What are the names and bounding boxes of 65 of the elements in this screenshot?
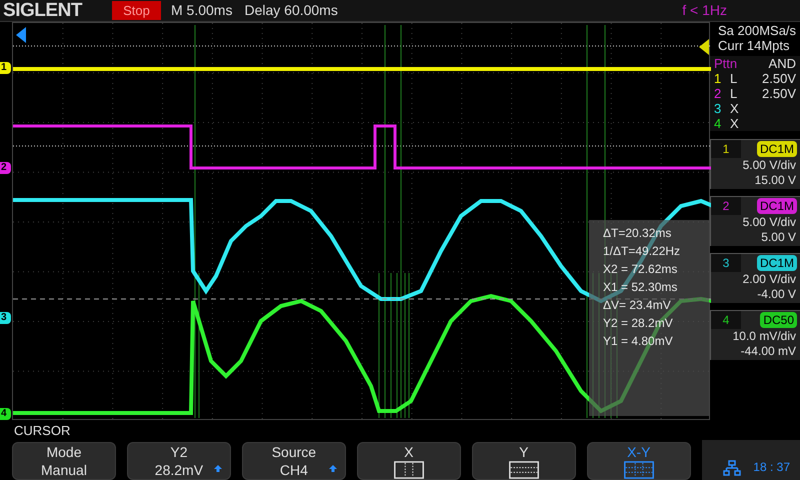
cursor-reading: X2 = 72.62ms bbox=[603, 261, 678, 278]
pattern-channel: 1 bbox=[714, 71, 722, 86]
channel-info-panel[interactable]: 2 DC1M 5.00 V/div 5.00 V bbox=[710, 196, 800, 246]
vertical-cursors-icon bbox=[392, 461, 425, 479]
coupling-badge: DC1M bbox=[756, 141, 797, 157]
pattern-title: Pttn bbox=[714, 56, 738, 71]
delay-label: Delay 60.00ms bbox=[244, 1, 338, 20]
trigger-position-icon bbox=[16, 27, 26, 43]
pattern-state: L bbox=[730, 71, 738, 86]
memory-depth-label: Curr 14Mpts bbox=[718, 38, 791, 53]
channel-info-panel[interactable]: 3 DC1M 2.00 V/div -4.00 V bbox=[710, 253, 800, 303]
network-icon bbox=[723, 460, 742, 476]
pattern-state: X bbox=[730, 116, 740, 131]
channel-info-panel[interactable]: 1 DC1M 5.00 V/div 15.00 V bbox=[710, 139, 800, 189]
cross-cursors-icon bbox=[622, 461, 655, 479]
pattern-channel: 2 bbox=[714, 86, 722, 101]
offset-label: -4.00 V bbox=[756, 287, 797, 302]
menu-softkey[interactable]: Y2 28.2mV bbox=[126, 442, 231, 480]
cursor-reading: 1/ΔT=49.22Hz bbox=[603, 243, 682, 260]
channel-number: 1 bbox=[711, 140, 741, 158]
vertical-scale-label: 2.00 V/div bbox=[742, 272, 797, 287]
coupling-badge: DC50 bbox=[760, 312, 797, 328]
vertical-scale-label: 5.00 V/div bbox=[742, 158, 797, 173]
offset-label: 5.00 V bbox=[760, 230, 797, 245]
cursor-reading: ΔV= 23.4mV bbox=[603, 297, 672, 314]
channel-info-panel[interactable]: 4 DC50 10.0 mV/div -44.00 mV bbox=[710, 310, 800, 360]
pattern-state: X bbox=[730, 101, 740, 116]
channel-number: 4 bbox=[711, 311, 741, 329]
pattern-channel: 3 bbox=[714, 101, 722, 116]
channel-number: 3 bbox=[711, 254, 741, 272]
channel-marker[interactable]: 1 bbox=[0, 62, 11, 74]
vertical-scale-label: 10.0 mV/div bbox=[732, 329, 797, 344]
up-arrow-icon bbox=[328, 465, 337, 472]
horizontal-cursors-icon bbox=[508, 461, 540, 479]
sample-rate-label: Sa 200MSa/s bbox=[718, 23, 798, 38]
timebase-label: M 5.00ms bbox=[171, 1, 232, 20]
brand-logo: SIGLENT bbox=[3, 1, 84, 20]
pattern-logic: AND bbox=[768, 56, 796, 71]
channel-number: 2 bbox=[711, 197, 741, 215]
coupling-badge: DC1M bbox=[756, 198, 797, 214]
cursor-reading: Y2 = 28.2mV bbox=[603, 315, 674, 332]
menu-softkey[interactable]: X-Y bbox=[586, 442, 691, 480]
up-arrow-icon bbox=[214, 465, 222, 472]
channel-marker[interactable]: 2 bbox=[0, 162, 11, 174]
pattern-channel: 4 bbox=[714, 116, 722, 131]
menu-title: CURSOR bbox=[14, 423, 72, 438]
offset-label: 15.00 V bbox=[754, 173, 797, 188]
menu-softkey[interactable]: X bbox=[356, 442, 461, 480]
menu-softkey[interactable]: Source CH4 bbox=[242, 442, 346, 480]
trigger-level-icon bbox=[699, 39, 709, 55]
cursor-reading: Y1 = 4.80mV bbox=[603, 333, 674, 350]
channel-marker[interactable]: 3 bbox=[0, 312, 11, 324]
pattern-level: 2.50V bbox=[762, 71, 796, 86]
pattern-state: L bbox=[730, 86, 738, 101]
offset-label: -44.00 mV bbox=[740, 344, 797, 359]
trigger-frequency-label: f < 1Hz bbox=[682, 1, 727, 20]
clock-time: 18 : 37 bbox=[753, 459, 790, 476]
cursor-reading: X1 = 52.30ms bbox=[603, 279, 678, 296]
menu-softkey[interactable]: Mode Manual bbox=[12, 442, 116, 480]
pattern-level: 2.50V bbox=[762, 86, 796, 101]
vertical-scale-label: 5.00 V/div bbox=[742, 215, 797, 230]
coupling-badge: DC1M bbox=[756, 255, 797, 271]
channel-marker[interactable]: 4 bbox=[0, 408, 11, 420]
menu-softkey[interactable]: Y bbox=[472, 442, 576, 480]
cursor-reading: ΔT=20.32ms bbox=[603, 225, 672, 242]
